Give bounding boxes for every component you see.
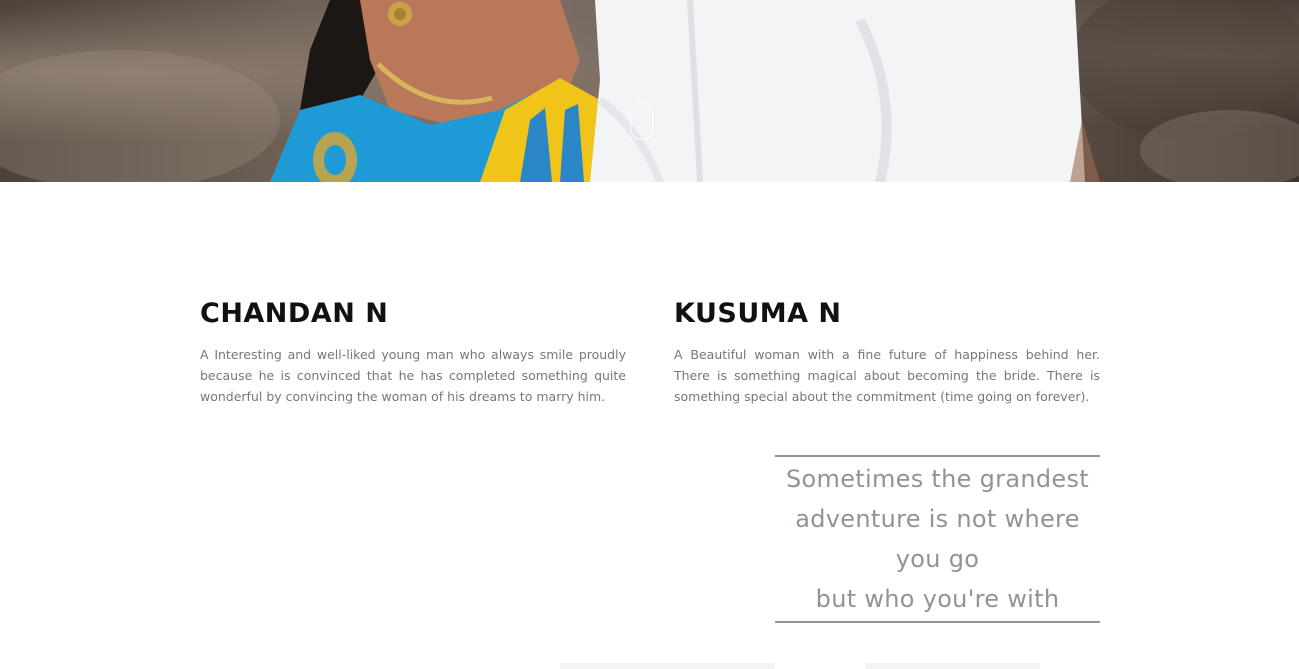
- quote-line: Sometimes the grandest: [786, 465, 1089, 493]
- bride-profile: KUSUMA N A Beautiful woman with a fine f…: [674, 298, 1100, 407]
- quote-line: adventure is not where you go: [795, 505, 1080, 573]
- quote-block: Sometimes the grandest adventure is not …: [775, 455, 1100, 623]
- hero-photo: [0, 0, 1299, 182]
- mouse-scroll-icon[interactable]: [630, 102, 653, 140]
- bride-name: KUSUMA N: [674, 298, 842, 329]
- couple-photo-illustration: [0, 0, 1299, 182]
- page: CHANDAN N A Interesting and well-liked y…: [0, 0, 1299, 669]
- quote-line: but who you're with: [815, 585, 1060, 613]
- groom-profile: CHANDAN N A Interesting and well-liked y…: [200, 298, 626, 407]
- bride-description: A Beautiful woman with a fine future of …: [674, 347, 1100, 404]
- next-section-hint: [865, 663, 1040, 669]
- groom-description: A Interesting and well-liked young man w…: [200, 347, 626, 404]
- groom-name: CHANDAN N: [200, 298, 389, 329]
- next-section-hint: [560, 663, 775, 669]
